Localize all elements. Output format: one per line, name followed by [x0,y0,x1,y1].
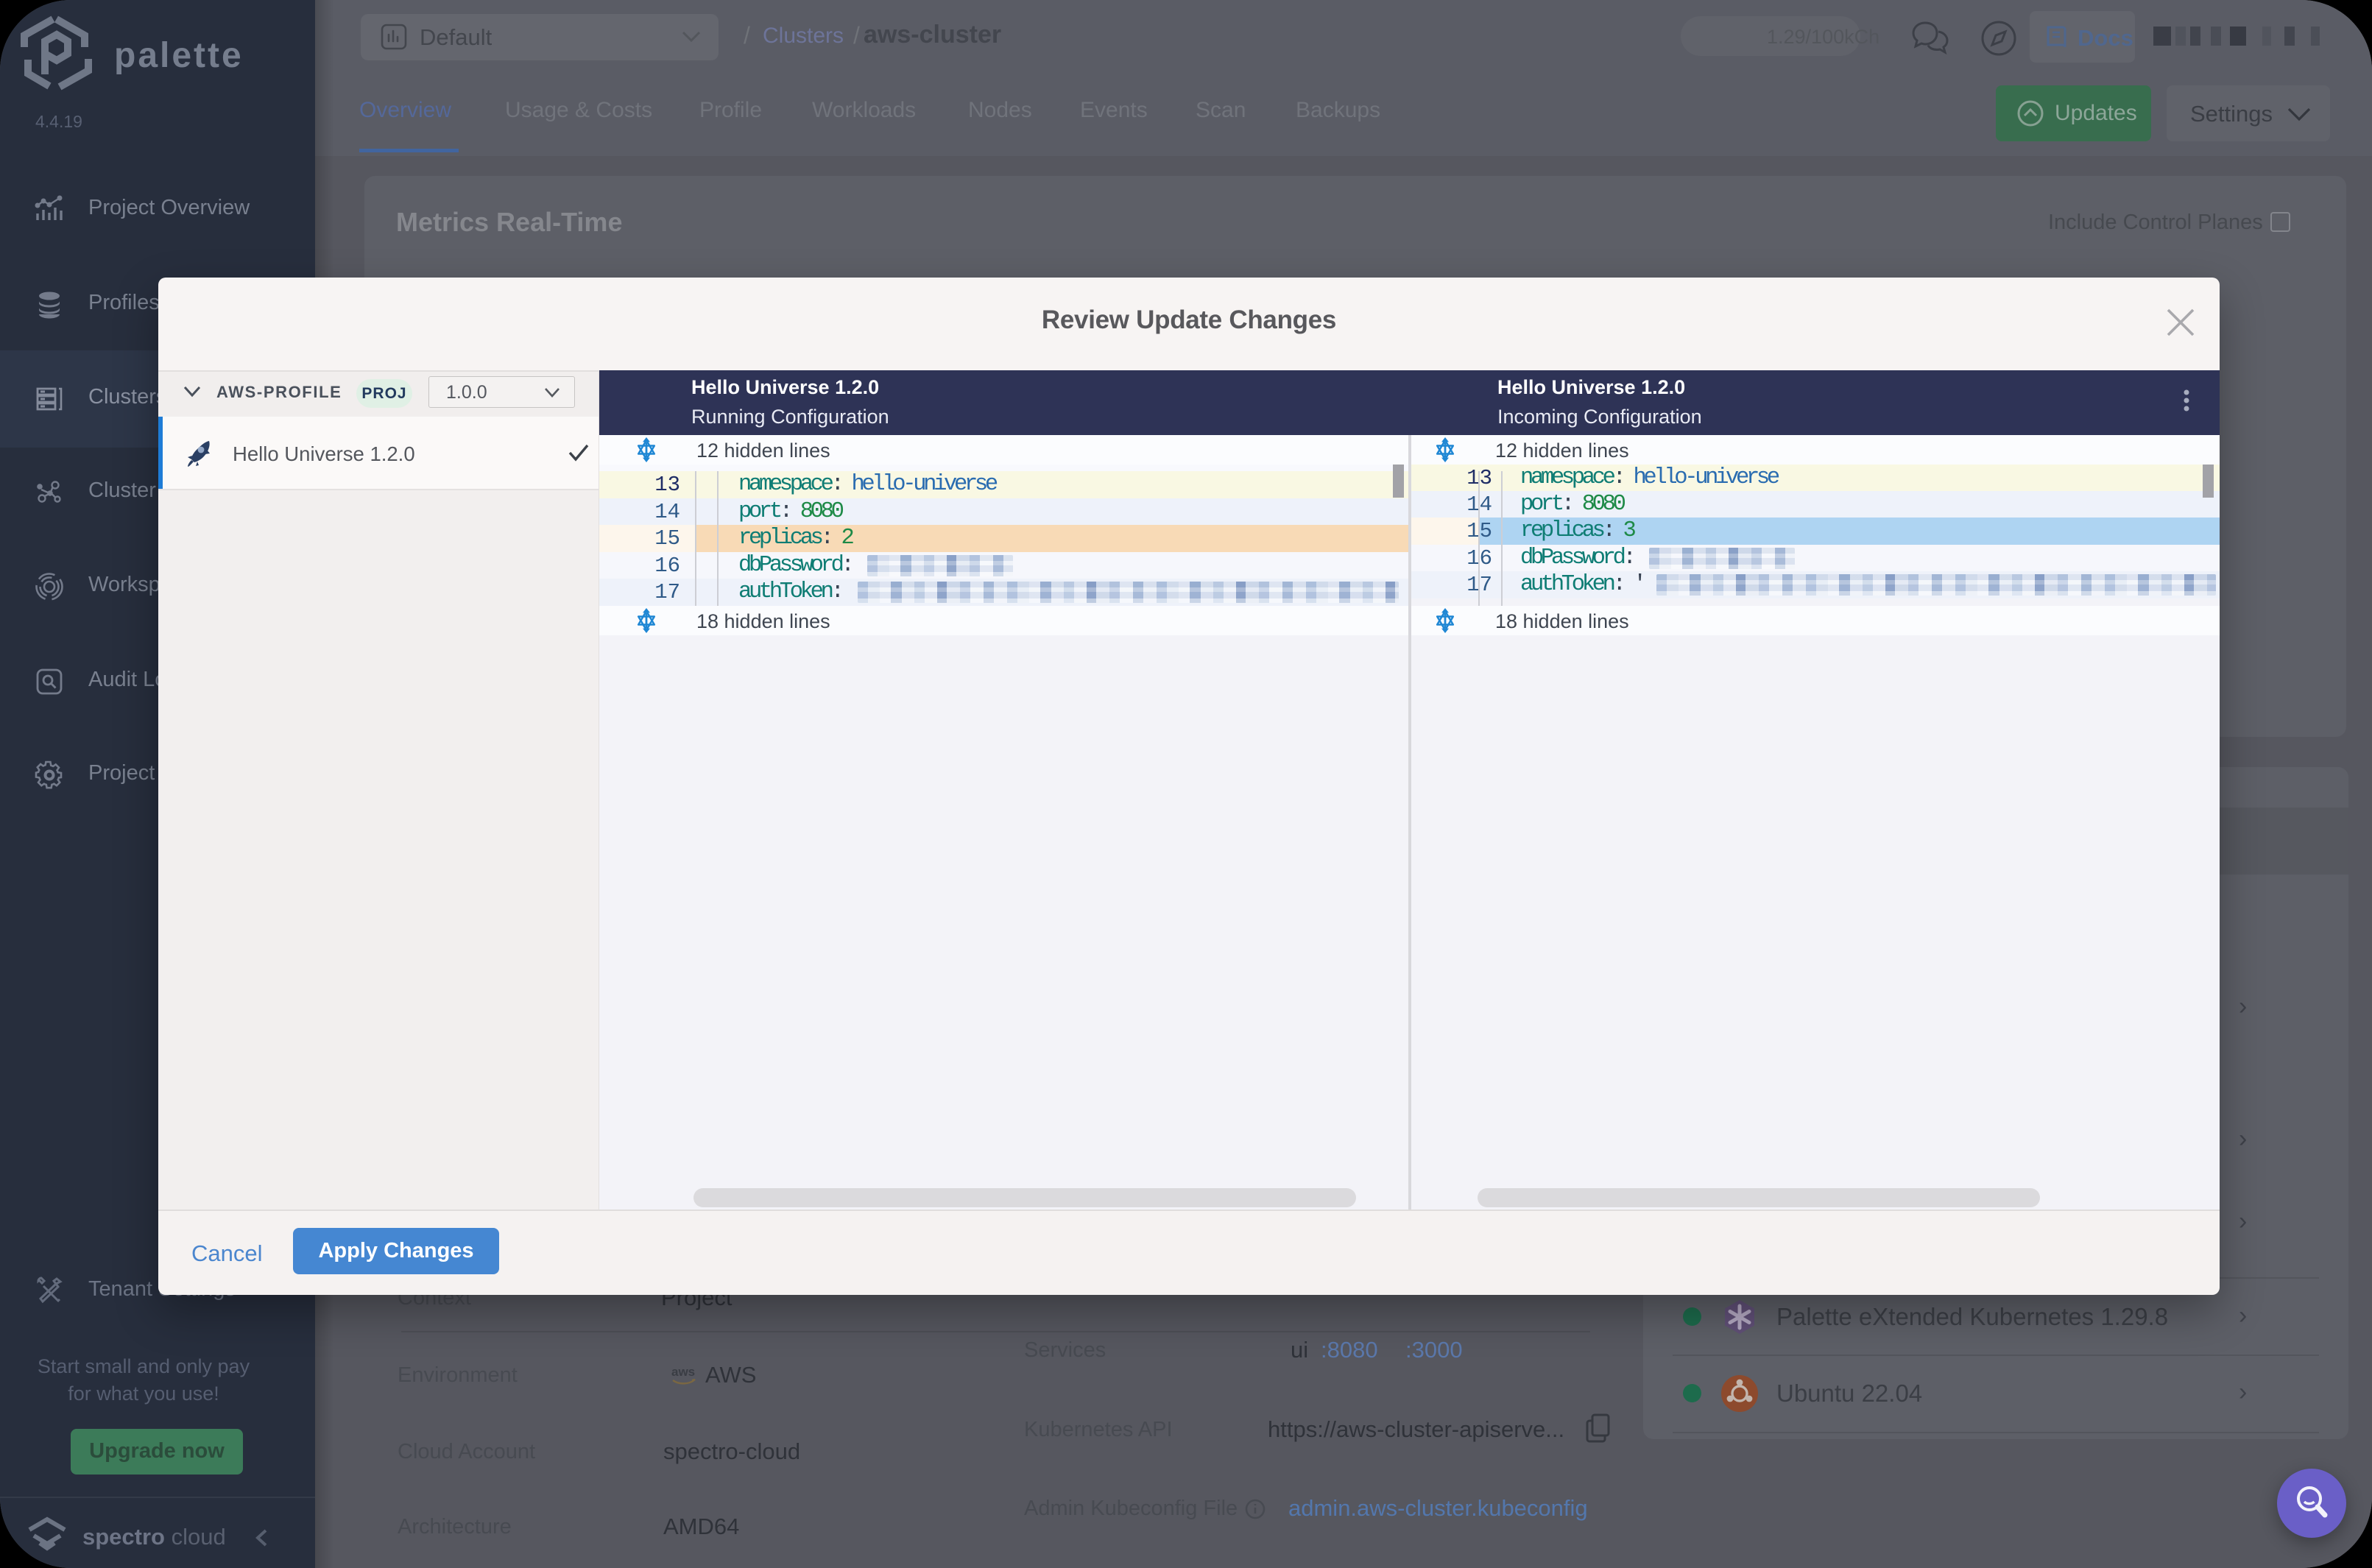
svg-text:aws: aws [671,1365,695,1379]
